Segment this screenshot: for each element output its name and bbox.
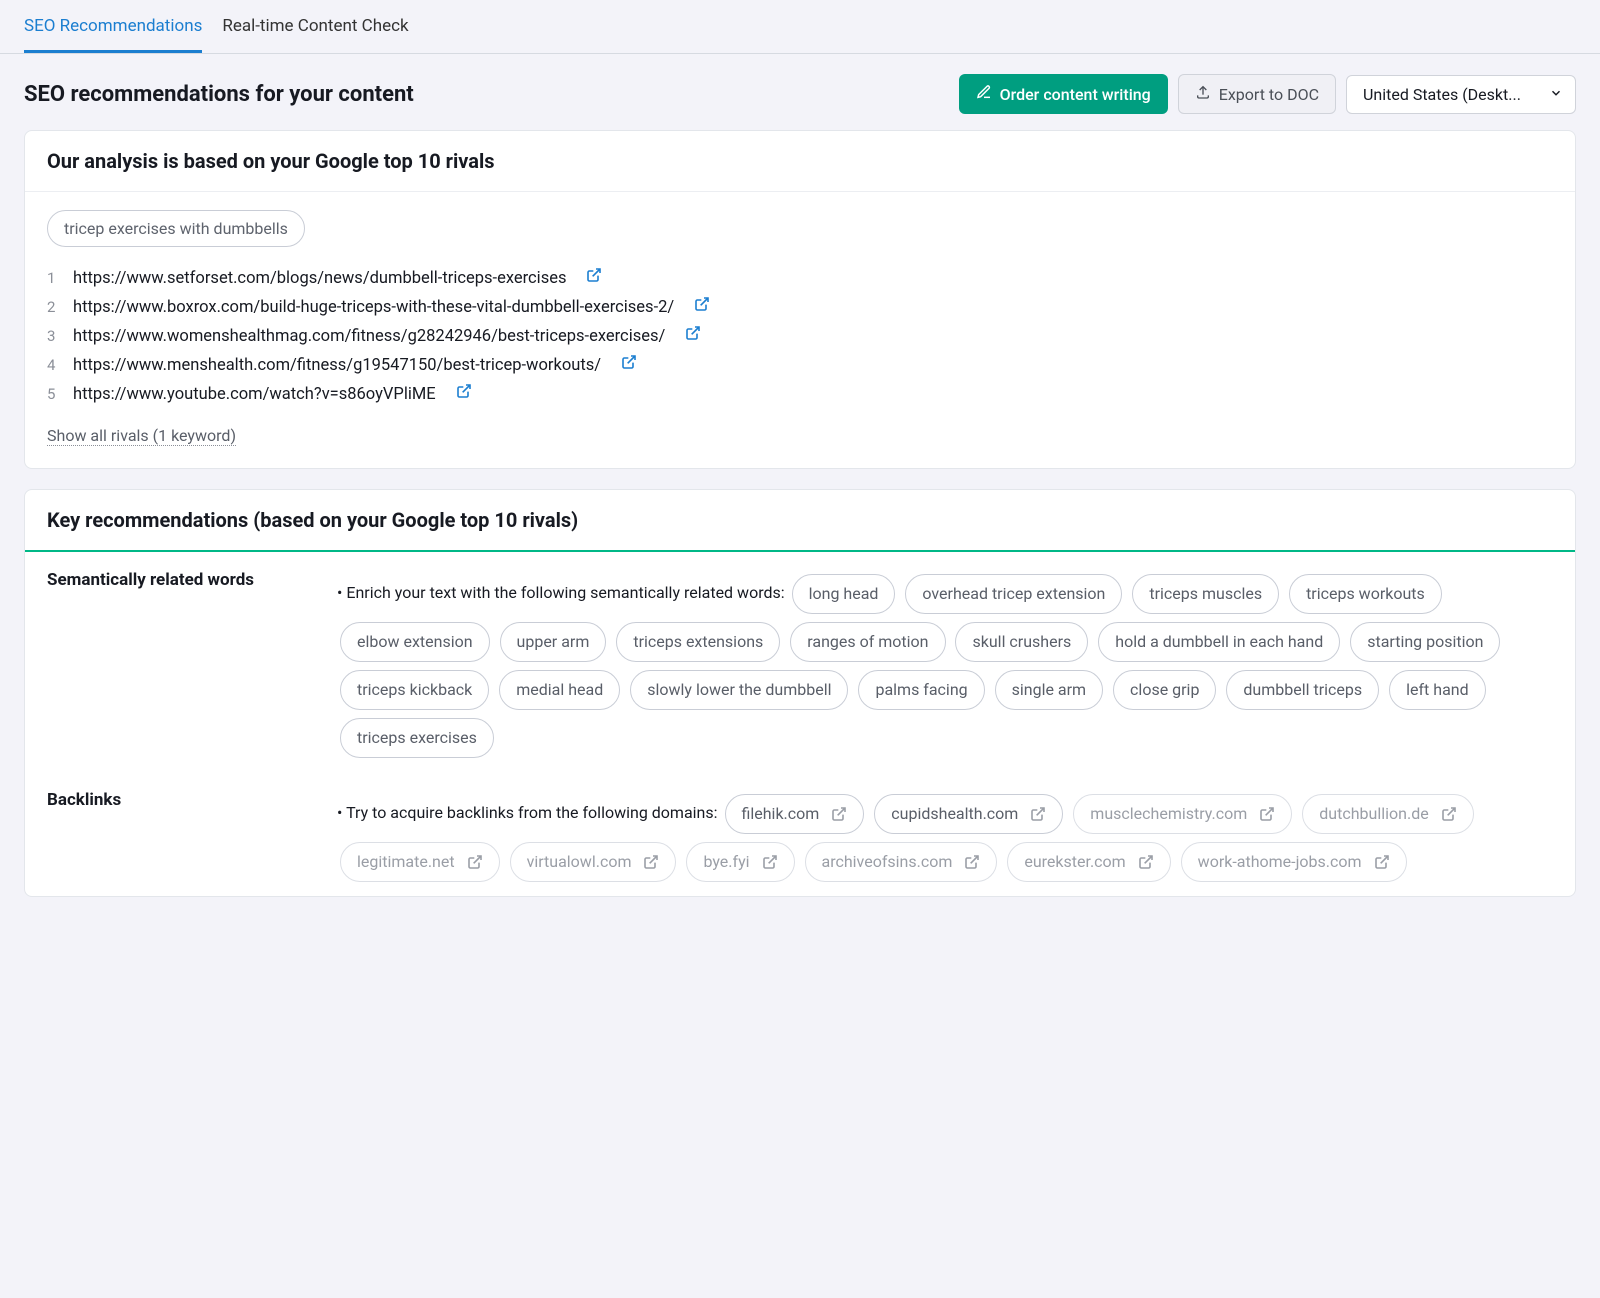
related-word-pill[interactable]: left hand (1389, 670, 1486, 710)
backlink-domain-text: cupidshealth.com (891, 802, 1018, 826)
related-word-pill[interactable]: overhead tricep extension (905, 574, 1122, 614)
export-doc-label: Export to DOC (1219, 85, 1319, 104)
related-word-pill[interactable]: elbow extension (340, 622, 490, 662)
order-content-button[interactable]: Order content writing (959, 74, 1168, 114)
backlinks-lead: Try to acquire backlinks from the follow… (346, 803, 717, 822)
rival-item: https://www.menshealth.com/fitness/g1954… (47, 350, 1553, 379)
rival-item: https://www.boxrox.com/build-huge-tricep… (47, 292, 1553, 321)
external-link-icon[interactable] (1374, 854, 1390, 870)
backlink-domain-pill[interactable]: cupidshealth.com (874, 794, 1063, 834)
header-controls: Order content writing Export to DOC Unit… (959, 74, 1576, 114)
backlink-domain-text: work-athome-jobs.com (1198, 850, 1362, 874)
backlink-domain-pill[interactable]: work-athome-jobs.com (1181, 842, 1407, 882)
backlink-domain-pill[interactable]: virtualowl.com (510, 842, 677, 882)
backlink-domain-text: virtualowl.com (527, 850, 632, 874)
backlink-domain-pill[interactable]: filehik.com (725, 794, 865, 834)
external-link-icon[interactable] (694, 296, 710, 312)
related-word-pill[interactable]: hold a dumbbell in each hand (1098, 622, 1340, 662)
export-doc-button[interactable]: Export to DOC (1178, 74, 1336, 114)
rival-url[interactable]: https://www.youtube.com/watch?v=s86oyVPl… (73, 385, 436, 404)
related-words-lead: Enrich your text with the following sema… (346, 583, 784, 602)
related-word-pill[interactable]: long head (792, 574, 896, 614)
related-word-pill[interactable]: slowly lower the dumbbell (630, 670, 848, 710)
related-word-pill[interactable]: dumbbell triceps (1226, 670, 1379, 710)
backlink-domain-text: filehik.com (742, 802, 820, 826)
backlink-domain-pill[interactable]: musclechemistry.com (1073, 794, 1292, 834)
backlink-domain-pill[interactable]: legitimate.net (340, 842, 500, 882)
external-link-icon[interactable] (1030, 806, 1046, 822)
locale-select-value: United States (Deskt... (1363, 85, 1521, 104)
upload-icon (1195, 84, 1211, 104)
related-word-pill[interactable]: triceps workouts (1289, 574, 1442, 614)
related-word-pill[interactable]: medial head (499, 670, 620, 710)
related-word-pill[interactable]: triceps extensions (616, 622, 780, 662)
related-words-content: • Enrich your text with the following se… (337, 570, 1553, 762)
rival-url[interactable]: https://www.boxrox.com/build-huge-tricep… (73, 298, 674, 317)
backlink-domain-pill[interactable]: bye.fyi (686, 842, 794, 882)
external-link-icon[interactable] (685, 325, 701, 341)
rival-item: https://www.setforset.com/blogs/news/dum… (47, 263, 1553, 292)
backlink-domain-text: archiveofsins.com (822, 850, 953, 874)
show-all-rivals-link[interactable]: Show all rivals (1 keyword) (47, 426, 236, 446)
page-header: SEO recommendations for your content Ord… (0, 54, 1600, 130)
related-word-pill[interactable]: ranges of motion (790, 622, 945, 662)
backlink-domain-text: eurekster.com (1024, 850, 1125, 874)
key-recommendations-panel: Key recommendations (based on your Googl… (24, 489, 1576, 897)
backlink-domain-pill[interactable]: archiveofsins.com (805, 842, 998, 882)
key-recommendations-title: Key recommendations (based on your Googl… (25, 490, 1575, 552)
tab-seo-recommendations[interactable]: SEO Recommendations (24, 0, 202, 53)
related-word-pill[interactable]: triceps exercises (340, 718, 494, 758)
chevron-down-icon (1549, 85, 1563, 104)
external-link-icon[interactable] (586, 267, 602, 283)
external-link-icon[interactable] (1441, 806, 1457, 822)
related-word-pill[interactable]: starting position (1350, 622, 1500, 662)
external-link-icon[interactable] (621, 354, 637, 370)
related-words-row: Semantically related words • Enrich your… (25, 552, 1575, 772)
external-link-icon[interactable] (1259, 806, 1275, 822)
external-link-icon[interactable] (467, 854, 483, 870)
backlink-domain-text: bye.fyi (703, 850, 749, 874)
related-word-pill[interactable]: triceps muscles (1132, 574, 1279, 614)
backlinks-content: • Try to acquire backlinks from the foll… (337, 790, 1553, 886)
related-word-pill[interactable]: palms facing (858, 670, 984, 710)
rival-url[interactable]: https://www.menshealth.com/fitness/g1954… (73, 356, 601, 375)
related-word-pill[interactable]: upper arm (500, 622, 607, 662)
tabs-bar: SEO Recommendations Real-time Content Ch… (0, 0, 1600, 54)
external-link-icon[interactable] (456, 383, 472, 399)
external-link-icon[interactable] (1138, 854, 1154, 870)
related-word-pill[interactable]: close grip (1113, 670, 1216, 710)
page-title: SEO recommendations for your content (24, 82, 414, 107)
backlinks-label: Backlinks (47, 790, 307, 886)
backlink-domain-text: dutchbullion.de (1319, 802, 1428, 826)
backlink-domain-pill[interactable]: dutchbullion.de (1302, 794, 1473, 834)
keyword-pill[interactable]: tricep exercises with dumbbells (47, 210, 305, 247)
external-link-icon[interactable] (964, 854, 980, 870)
backlink-domain-text: musclechemistry.com (1090, 802, 1247, 826)
related-word-pill[interactable]: skull crushers (955, 622, 1088, 662)
edit-icon (976, 84, 992, 104)
rival-list: https://www.setforset.com/blogs/news/dum… (47, 263, 1553, 408)
rival-url[interactable]: https://www.womenshealthmag.com/fitness/… (73, 327, 665, 346)
backlink-domain-text: legitimate.net (357, 850, 455, 874)
external-link-icon[interactable] (831, 806, 847, 822)
tab-realtime-check[interactable]: Real-time Content Check (222, 0, 408, 53)
rival-item: https://www.womenshealthmag.com/fitness/… (47, 321, 1553, 350)
external-link-icon[interactable] (762, 854, 778, 870)
locale-select[interactable]: United States (Deskt... (1346, 75, 1576, 114)
analysis-panel-body: tricep exercises with dumbbells https://… (25, 192, 1575, 468)
order-content-label: Order content writing (1000, 85, 1151, 104)
backlink-domain-pill[interactable]: eurekster.com (1007, 842, 1170, 882)
related-word-pill[interactable]: single arm (995, 670, 1103, 710)
analysis-panel: Our analysis is based on your Google top… (24, 130, 1576, 469)
external-link-icon[interactable] (643, 854, 659, 870)
analysis-panel-title: Our analysis is based on your Google top… (25, 131, 1575, 192)
rival-item: https://www.youtube.com/watch?v=s86oyVPl… (47, 379, 1553, 408)
related-word-pill[interactable]: triceps kickback (340, 670, 489, 710)
backlinks-row: Backlinks • Try to acquire backlinks fro… (25, 772, 1575, 896)
rival-url[interactable]: https://www.setforset.com/blogs/news/dum… (73, 269, 566, 288)
related-words-label: Semantically related words (47, 570, 307, 762)
